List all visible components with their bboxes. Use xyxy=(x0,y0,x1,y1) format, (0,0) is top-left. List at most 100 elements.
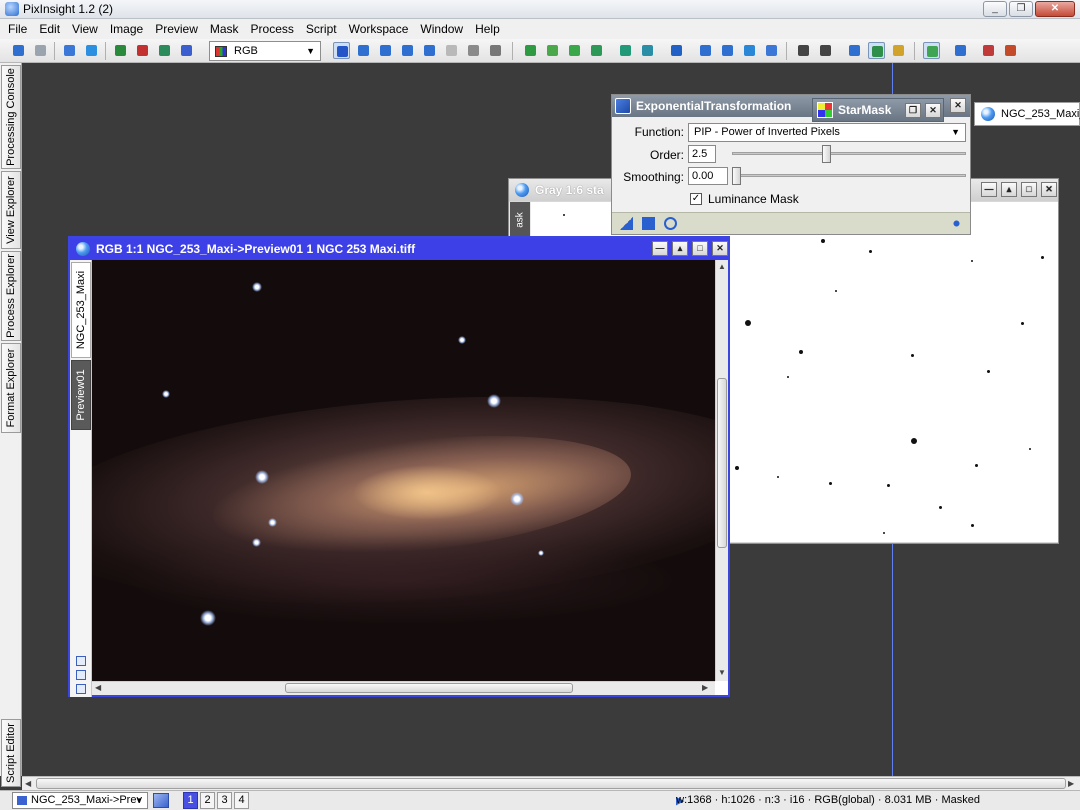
window-close-button[interactable]: ✕ xyxy=(712,241,728,256)
mask-active-icon[interactable] xyxy=(868,42,885,59)
menu-process[interactable]: Process xyxy=(245,19,300,39)
vertical-scroll-thumb[interactable] xyxy=(717,378,727,548)
tab-process-explorer[interactable]: Process Explorer xyxy=(1,251,21,341)
statistics-icon[interactable] xyxy=(1002,42,1019,59)
view-select[interactable]: NGC_253_Maxi->Prev ▼ xyxy=(12,792,148,809)
rgb-horizontal-scrollbar[interactable]: ◀ ▶ xyxy=(92,681,715,695)
new-preview-icon[interactable] xyxy=(443,42,460,59)
menu-mask[interactable]: Mask xyxy=(204,19,245,39)
menu-script[interactable]: Script xyxy=(300,19,343,39)
distribute-icon[interactable] xyxy=(817,42,834,59)
stf-icon[interactable] xyxy=(178,42,195,59)
fit-view-icon[interactable] xyxy=(399,42,416,59)
tab-processing-console[interactable]: Processing Console xyxy=(1,65,21,169)
image-id-icon[interactable] xyxy=(61,42,78,59)
script-icon[interactable] xyxy=(890,42,907,59)
tab-script-editor[interactable]: Script Editor xyxy=(1,719,21,787)
close-image-icon[interactable] xyxy=(588,42,605,59)
smoothing-slider-track[interactable] xyxy=(732,174,966,177)
process-icon[interactable] xyxy=(846,42,863,59)
workspace-tab-3[interactable]: 3 xyxy=(217,792,232,809)
new-view-icon[interactable] xyxy=(153,793,169,808)
scroll-left-icon[interactable]: ◀ xyxy=(95,683,101,692)
rgb-image-window[interactable]: RGB 1:1 NGC_253_Maxi->Preview01 1 NGC 25… xyxy=(68,236,730,697)
order-slider-track[interactable] xyxy=(732,152,966,155)
menu-view[interactable]: View xyxy=(66,19,104,39)
channel-icon[interactable] xyxy=(134,42,151,59)
restore-button[interactable]: ❐ xyxy=(1009,1,1033,17)
zoom-out-icon[interactable] xyxy=(377,42,394,59)
smoothing-input[interactable]: 0.00 xyxy=(688,167,728,185)
tab-format-explorer[interactable]: Format Explorer xyxy=(1,343,21,433)
scroll-down-icon[interactable]: ▼ xyxy=(718,668,726,677)
galaxy-image-canvas[interactable] xyxy=(92,260,715,681)
window-iconize-button[interactable]: ▴ xyxy=(672,241,688,256)
view-tab-main[interactable]: NGC_253_Maxi xyxy=(71,262,91,358)
window-shade-button[interactable]: — xyxy=(652,241,668,256)
window-maximize-button[interactable]: □ xyxy=(692,241,708,256)
view-tab-mask[interactable]: ask xyxy=(510,202,530,238)
scroll-right-icon[interactable]: ▶ xyxy=(1068,779,1074,788)
zoom-box-icon[interactable] xyxy=(76,670,86,680)
menu-file[interactable]: File xyxy=(2,19,33,39)
duplicate-icon[interactable] xyxy=(83,42,100,59)
workspace-scroll-thumb[interactable] xyxy=(36,778,1066,789)
real-time-preview-icon[interactable] xyxy=(664,217,677,230)
window-close-button[interactable]: ✕ xyxy=(1041,182,1057,197)
workspace-tab-2[interactable]: 2 xyxy=(200,792,215,809)
apply-icon[interactable] xyxy=(642,217,655,230)
pointer-icon[interactable] xyxy=(487,42,504,59)
mask-invert-icon[interactable] xyxy=(719,42,736,59)
new-image-icon[interactable] xyxy=(522,42,539,59)
mask-link-icon[interactable] xyxy=(763,42,780,59)
menu-workspace[interactable]: Workspace xyxy=(343,19,415,39)
window-icon[interactable] xyxy=(952,42,969,59)
align-icon[interactable] xyxy=(795,42,812,59)
panel-close-button[interactable]: ✕ xyxy=(925,103,941,118)
zoom-1-1-icon[interactable] xyxy=(421,42,438,59)
readout-icon[interactable] xyxy=(980,42,997,59)
pan-mode-icon[interactable] xyxy=(333,42,350,59)
open-image-icon[interactable] xyxy=(544,42,561,59)
new-instance-icon[interactable] xyxy=(620,217,633,230)
luminance-mask-checkbox[interactable]: ✓ xyxy=(690,193,702,205)
order-input[interactable]: 2.5 xyxy=(688,145,716,163)
save-image-icon[interactable] xyxy=(566,42,583,59)
menu-edit[interactable]: Edit xyxy=(33,19,66,39)
scroll-left-icon[interactable]: ◀ xyxy=(25,779,31,788)
workspace-tab-4[interactable]: 4 xyxy=(234,792,249,809)
close-button[interactable]: ✕ xyxy=(1035,1,1075,17)
window-maximize-button[interactable]: □ xyxy=(1021,182,1037,197)
workspace-horizontal-scrollbar[interactable]: ◀ ▶ xyxy=(22,776,1080,790)
display-icon[interactable] xyxy=(923,42,940,59)
scroll-right-icon[interactable]: ▶ xyxy=(702,683,708,692)
scroll-up-icon[interactable]: ▲ xyxy=(718,262,726,271)
redo-icon[interactable] xyxy=(32,42,49,59)
minimize-button[interactable]: _ xyxy=(983,1,1007,17)
menu-window[interactable]: Window xyxy=(414,19,469,39)
rgb-vertical-scrollbar[interactable]: ▲ ▼ xyxy=(715,260,728,681)
starmask-panel-titlebar[interactable]: StarMask ❐ ✕ xyxy=(812,98,944,122)
mask-show-icon[interactable] xyxy=(697,42,714,59)
window-shade-button[interactable]: — xyxy=(981,182,997,197)
menu-image[interactable]: Image xyxy=(104,19,149,39)
color-space-select[interactable]: RGB ▼ xyxy=(209,41,321,61)
copy-icon[interactable] xyxy=(617,42,634,59)
rgb-window-titlebar[interactable]: RGB 1:1 NGC_253_Maxi->Preview01 1 NGC 25… xyxy=(70,238,728,260)
ngc-image-window-collapsed[interactable]: NGC_253_Maxi_L xyxy=(974,102,1080,126)
order-slider-thumb[interactable] xyxy=(822,145,831,163)
horizontal-scroll-thumb[interactable] xyxy=(285,683,573,693)
view-tab-preview[interactable]: Preview01 xyxy=(71,360,91,430)
workspace-tab-1[interactable]: 1 xyxy=(183,792,198,809)
function-select[interactable]: PIP - Power of Inverted Pixels ▼ xyxy=(688,123,966,142)
smoothing-slider-thumb[interactable] xyxy=(732,167,741,185)
window-iconize-button[interactable]: ▴ xyxy=(1001,182,1017,197)
undo-icon[interactable] xyxy=(10,42,27,59)
zoom-in-icon[interactable] xyxy=(355,42,372,59)
rgb-channels-icon[interactable] xyxy=(112,42,129,59)
paste-icon[interactable] xyxy=(639,42,656,59)
menu-preview[interactable]: Preview xyxy=(149,19,204,39)
edit-preview-icon[interactable] xyxy=(465,42,482,59)
mask-enable-icon[interactable] xyxy=(741,42,758,59)
zoom-actual-icon[interactable] xyxy=(76,684,86,694)
